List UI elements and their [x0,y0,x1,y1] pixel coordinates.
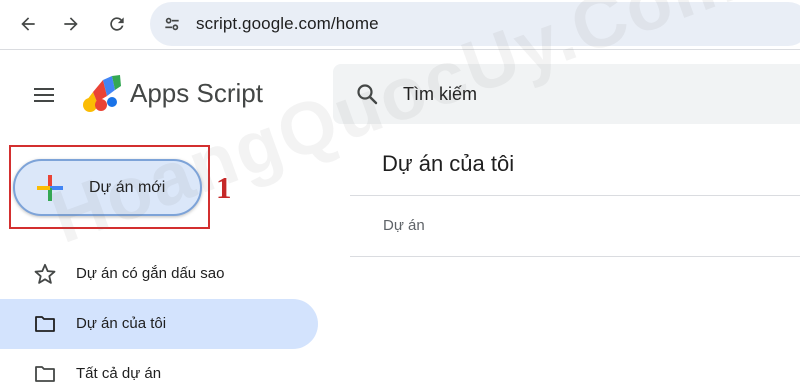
search-icon[interactable] [355,82,379,106]
tune-icon[interactable] [158,10,186,38]
new-project-label: Dự án mới [89,179,166,196]
column-header-project[interactable]: Dự án [383,217,425,234]
browser-toolbar: script.google.com/home [0,0,800,50]
hamburger-menu-icon[interactable] [30,81,58,109]
sidebar-item-all-projects[interactable]: Tất cả dự án [0,349,318,386]
step-number: 1 [216,170,232,205]
url-text: script.google.com/home [196,14,379,33]
new-project-button[interactable]: Dự án mới [13,159,202,216]
reload-icon[interactable] [103,10,131,38]
apps-script-logo-icon [83,75,121,112]
divider [350,256,800,257]
search-bar[interactable] [333,64,800,124]
sidebar-item-starred[interactable]: Dự án có gắn dấu sao [0,249,318,299]
sidebar-item-label: Dự án có gắn dấu sao [76,265,225,282]
folder-icon [35,366,55,382]
sidebar-item-label: Tất cả dự án [76,365,162,382]
sidebar-item-label: Dự án của tôi [76,315,167,332]
plus-icon [37,175,63,201]
address-bar[interactable]: script.google.com/home [150,2,800,46]
sidebar-item-my-projects[interactable]: Dự án của tôi [0,299,318,349]
star-icon [34,263,56,284]
arrow-back-icon[interactable] [14,10,42,38]
divider [350,195,800,196]
app-name: Apps Script [130,78,263,108]
arrow-forward-icon[interactable] [57,10,85,38]
search-input[interactable] [403,82,783,106]
folder-icon [35,316,55,332]
page-title: Dự án của tôi [382,151,515,176]
